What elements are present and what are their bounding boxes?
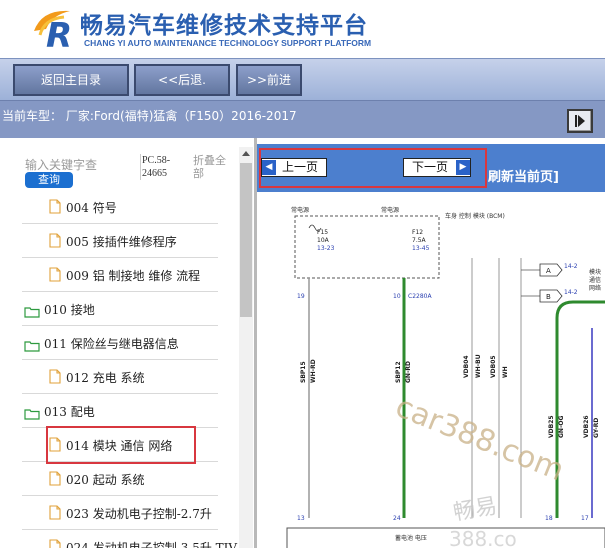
wire-sbp12-color: GN-RD [405,361,412,383]
tree-folder-item[interactable]: 011 保险丝与继电器信息 [22,326,218,360]
document-icon [49,471,61,490]
side-label-2: 通信 [589,276,601,284]
logo-letter: R [46,16,72,51]
forward-button[interactable]: >>前进 [236,64,302,96]
selected-item-highlight [46,426,196,464]
expand-arrow-icon [575,115,585,127]
tree-document-item[interactable]: 024 发动机电子控制-3.5升 TIV [22,530,237,548]
hot-label-1: 常电源 [291,206,309,214]
expand-button[interactable] [567,109,593,133]
pin-17: 17 [581,515,589,522]
tree-item-label: 012 充电 系统 [66,371,145,385]
platform-subtitle: CHANG YI AUTO MAINTENANCE TECHNOLOGY SUP… [84,38,372,48]
page-toolbar: ◀ 上一页 下一页 ▶ 刷新当前页] [257,144,605,192]
fuse-f12-ref: 13-45 [412,245,430,252]
tree-folder-item[interactable]: 010 接地 [22,292,218,326]
pin-24: 24 [393,515,401,522]
side-label-1: 模块 [589,268,601,276]
wire-vdb05: VDB05 [490,355,497,378]
connector-b: B [546,293,551,301]
fuse-f15-ref: 13-23 [317,245,335,252]
pin-10: 10 [393,293,401,300]
pin-13: 13 [297,515,305,522]
search-input[interactable]: 输入关键字查 [25,156,97,173]
fuse-f15-amp: 10A [317,237,330,244]
tree-item-label: 010 接地 [44,303,95,317]
wire-vdb25-color: GN-OG [558,415,565,438]
tree-document-item[interactable]: 012 充电 系统 [22,360,218,394]
document-icon [49,505,61,524]
tree-document-item[interactable]: 009 铝 制接地 维修 流程 [22,258,218,292]
wire-sbp15-color: WH-RD [310,359,317,383]
fuse-f15: F15 [317,229,328,236]
car-model-bar: 当前车型： 厂家:Ford(福特)猛禽（F150）2016-2017 [0,100,605,138]
wiring-diagram: 常电源 常电源 车身 控制 模块 (BCM) F15 10A 13-23 F12… [286,206,605,548]
catalog-scrollbar[interactable] [239,147,253,548]
document-icon [49,369,61,388]
tree-item-label: 011 保险丝与继电器信息 [44,337,179,351]
wire-vdb04-color: WH-BU [475,354,482,378]
wire-vdb25: VDB25 [548,415,555,438]
document-icon [49,199,61,218]
connector-c2280a: C2280A [408,293,432,300]
tree-document-item[interactable]: 004 符号 [22,190,218,224]
document-icon [49,233,61,252]
pc-code: PC.58-24665 [140,154,186,180]
bcm-label: 车身 控制 模块 (BCM) [445,212,505,220]
refresh-page-link[interactable]: 刷新当前页] [488,166,559,185]
watermark-388: 388.co [449,527,517,548]
document-icon [49,267,61,286]
pin-19: 19 [297,293,305,300]
fuse-f12: F12 [412,229,423,236]
side-label-3: 网络 [589,284,601,292]
folder-icon [24,337,40,356]
tree-item-label: 023 发动机电子控制-2.7升 [66,507,212,521]
back-button[interactable]: <<后退. [134,64,230,96]
search-button[interactable]: 查询 [25,172,73,188]
scroll-up-arrow-icon[interactable] [239,147,253,161]
tree-item-label: 004 符号 [66,201,117,215]
tree-item-label: 024 发动机电子控制-3.5升 TIV [66,541,238,548]
page-nav-highlight [259,148,487,188]
folder-icon [24,405,40,424]
folder-icon [24,303,40,322]
ref-b: 14-2 [564,289,578,296]
tree-item-label: 009 铝 制接地 维修 流程 [66,269,201,283]
current-car-model: 当前车型： 厂家:Ford(福特)猛禽（F150）2016-2017 [2,109,297,123]
tree-item-label: 013 配电 [44,405,95,419]
tree-folder-item[interactable]: 013 配电 [22,394,218,428]
scrollbar-thumb[interactable] [240,163,252,317]
catalog-pane: 输入关键字查 查询 PC.58-24665 折叠全部 004 符号 005 接插件… [0,138,256,548]
collapse-all-button[interactable]: 折叠全部 [193,154,235,180]
nav-bar: 返回主目录 <<后退. >>前进 [0,58,605,100]
bottom-module-label: 蓄电池 电压 [395,534,427,542]
tree-document-item[interactable]: 020 起动 系统 [22,462,218,496]
wire-sbp15: SBP15 [300,361,307,383]
wire-vdb26-color: GY-RD [593,418,600,438]
document-icon [49,539,61,548]
pin-18: 18 [545,515,553,522]
wire-sbp12: SBP12 [395,361,402,383]
tree-item-label: 005 接插件维修程序 [66,235,177,249]
changyi-r-logo-icon: R [34,10,72,51]
platform-title: 畅易汽车维修技术支持平台 [80,13,368,39]
ref-a: 14-2 [564,263,578,270]
wire-vdb04: VDB04 [463,355,470,378]
header: R 畅易汽车维修技术支持平台 CHANG YI AUTO MAINTENANCE… [0,0,605,58]
tree-document-item[interactable]: 005 接插件维修程序 [22,224,218,258]
watermark-changyi: 畅易 [451,494,499,526]
hot-label-2: 常电源 [381,206,399,214]
fuse-f12-amp: 7.5A [412,237,427,244]
watermark-car388: car388.com [391,389,569,488]
viewer-pane: ◀ 上一页 下一页 ▶ 刷新当前页] 常电源 常电源 车身 控制 模块 (BCM… [257,138,605,548]
wire-vdb26: VDB26 [583,415,590,438]
catalog-tree: 004 符号 005 接插件维修程序 009 铝 制接地 维修 流程 010 接地 01… [22,190,237,548]
tree-item-label: 020 起动 系统 [66,473,145,487]
tree-document-item[interactable]: 023 发动机电子控制-2.7升 [22,496,218,530]
wire-vdb05-color: WH [502,366,509,378]
bottom-module-box [286,527,605,548]
connector-a: A [546,267,551,275]
home-button[interactable]: 返回主目录 [13,64,129,96]
